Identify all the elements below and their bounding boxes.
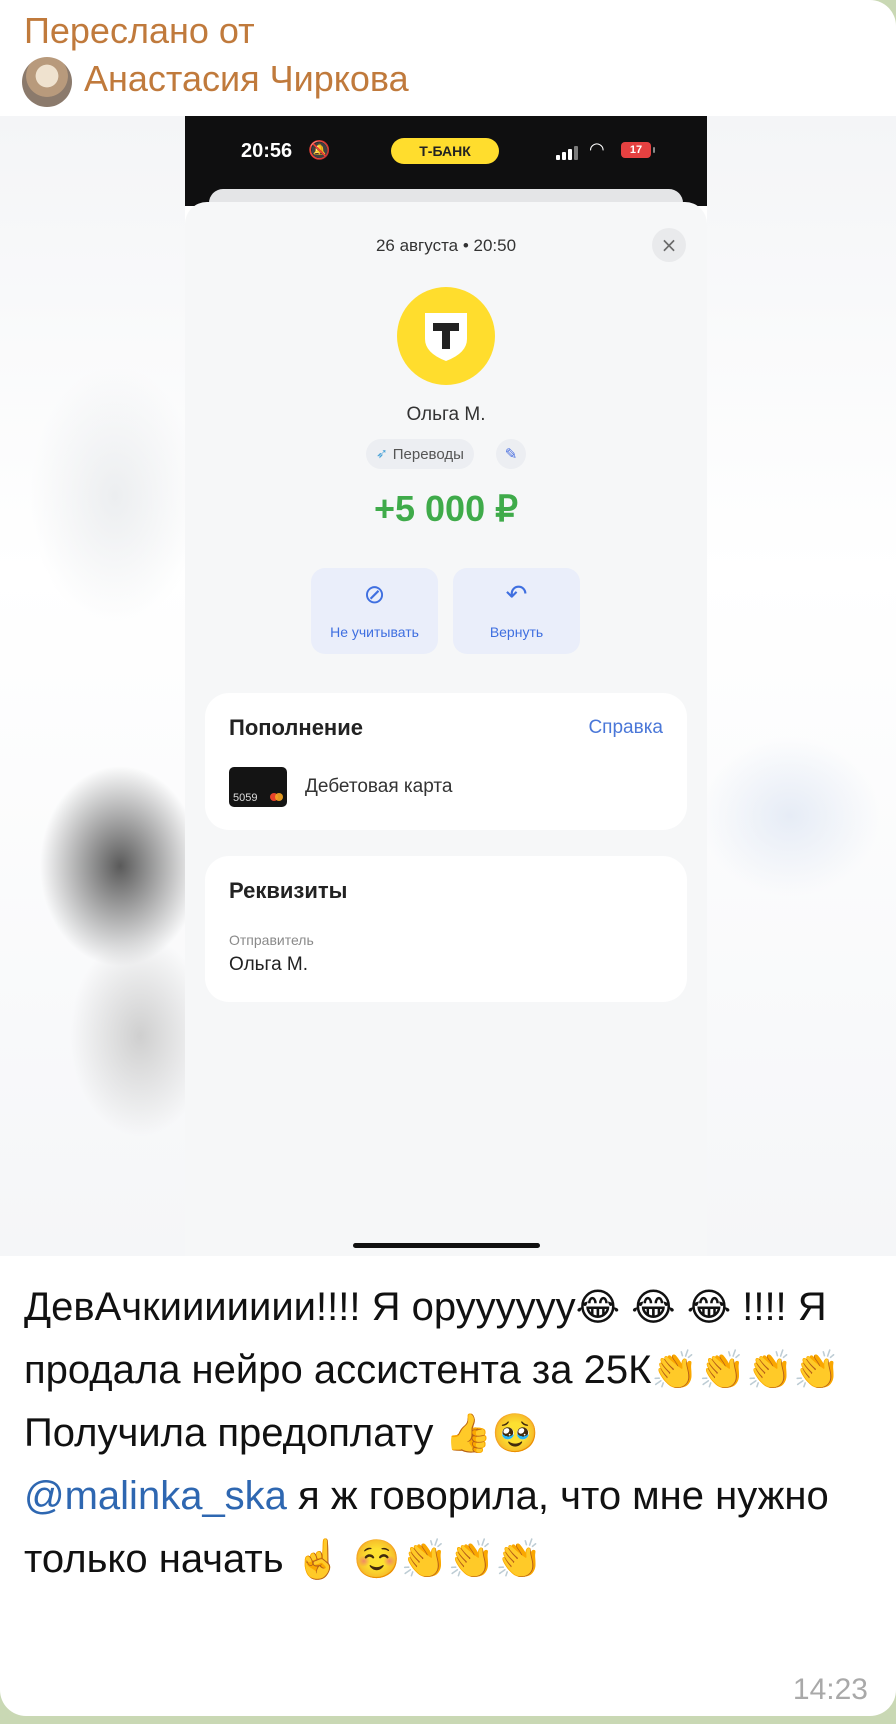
mention-link[interactable]: @malinka_ska	[24, 1474, 287, 1518]
ignore-button: ⊘ Не учитывать	[311, 568, 438, 654]
card-name: Дебетовая карта	[305, 776, 453, 797]
wifi-icon: ◠	[589, 139, 605, 160]
laughing-emoji-icon: 😂	[686, 1285, 732, 1329]
topup-card: Пополнение Справка 5059 Дебетовая карта	[205, 693, 687, 830]
topup-title: Пополнение	[229, 715, 363, 740]
return-button: ↶ Вернуть	[453, 568, 580, 654]
blurred-background	[40, 766, 200, 966]
help-link: Справка	[588, 717, 663, 738]
clapping-emoji-icon: 👏	[447, 1537, 496, 1581]
return-arrow-icon: ↶	[505, 580, 528, 610]
bell-muted-icon: 🔕	[308, 140, 331, 161]
clapping-emoji-icon: 👏	[698, 1348, 747, 1392]
smiling-emoji-icon: ☺️	[353, 1537, 401, 1581]
close-icon: ×	[652, 228, 686, 262]
forwarded-sender-name[interactable]: Анастасия Чиркова	[84, 58, 409, 100]
amount: +5 000 ₽	[373, 488, 519, 529]
category-chip: ➶ Переводы	[366, 439, 474, 469]
bank-app-screenshot: 20:56 🔕 Т-БАНК ◠ 17 26 августа • 20:50 ×…	[185, 116, 707, 1256]
clapping-emoji-icon: 👏	[495, 1537, 543, 1581]
bank-badge-label: Т-БАНК	[419, 143, 471, 159]
forwarded-from-label: Переслано от	[24, 10, 255, 51]
details-title: Реквизиты	[229, 878, 348, 903]
status-time: 20:56	[241, 140, 293, 162]
blurred-background	[700, 736, 880, 896]
mastercard-icon	[275, 793, 283, 801]
pencil-icon: ✎	[496, 439, 526, 469]
sender-field-value: Ольга М.	[229, 954, 309, 975]
pointing-up-emoji-icon: ☝️	[294, 1537, 342, 1581]
photo-attachment[interactable]: 20:56 🔕 Т-БАНК ◠ 17 26 августа • 20:50 ×…	[0, 116, 896, 1256]
tbank-logo-icon	[397, 287, 495, 385]
ignore-button-label: Не учитывать	[330, 624, 419, 640]
transfer-icon: ➶	[376, 446, 388, 462]
signal-icon	[556, 144, 578, 160]
card-number: 5059	[233, 792, 258, 804]
message-part: Получила предоплату	[24, 1411, 445, 1455]
laughing-emoji-icon: 😂	[575, 1285, 621, 1329]
message-timestamp: 14:23	[792, 1673, 868, 1706]
clapping-emoji-icon: 👏	[746, 1348, 794, 1392]
category-label: Переводы	[392, 445, 464, 463]
debit-card-image: 5059	[229, 767, 287, 807]
thumbs-up-emoji-icon: 👍	[444, 1411, 492, 1455]
message-text: ДевАчкиииииии!!!! Я оруууууу😂 😂 😂 !!!! Я…	[24, 1276, 874, 1591]
clapping-emoji-icon: 👏	[793, 1348, 841, 1392]
eye-off-icon: ⊘	[363, 580, 386, 610]
blurred-background	[30, 366, 200, 626]
clapping-emoji-icon: 👏	[400, 1537, 448, 1581]
message-part: ДевАчкиииииии!!!! Я оруууууу	[24, 1285, 576, 1329]
message-bubble[interactable]: Переслано от Анастасия Чиркова 20:56 🔕 Т…	[0, 0, 896, 1716]
clapping-emoji-icon: 👏	[651, 1348, 699, 1392]
sender-name: Ольга М.	[406, 404, 486, 425]
details-card: Реквизиты Отправитель Ольга М.	[205, 856, 687, 1002]
avatar[interactable]	[22, 57, 72, 107]
battery-icon: 17	[621, 142, 655, 158]
sender-field-label: Отправитель	[229, 932, 314, 948]
home-indicator	[353, 1243, 540, 1248]
laughing-emoji-icon: 😂	[631, 1285, 676, 1329]
pleading-emoji-icon: 🥹	[491, 1411, 540, 1455]
operation-date: 26 августа • 20:50	[375, 236, 517, 255]
return-button-label: Вернуть	[489, 624, 544, 640]
bank-badge: Т-БАНК	[391, 138, 499, 164]
